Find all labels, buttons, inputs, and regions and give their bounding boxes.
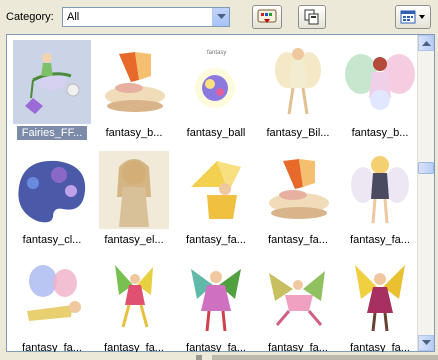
pink-fairy-icon: [259, 255, 337, 339]
chevron-down-icon: [422, 340, 431, 345]
sleeping-fairy-on-cloud-icon: [259, 147, 337, 231]
blonde-fairy-icon: [341, 147, 419, 231]
gallery-item[interactable]: fantasy fantasy_ball: [175, 38, 257, 145]
gallery-item-label: fantasy_ball: [186, 127, 246, 139]
fairy-with-orb-icon: [341, 40, 419, 124]
gallery-item-label: fantasy_fa...: [186, 234, 246, 246]
fairy-on-flower-icon: [13, 40, 91, 124]
bottom-edge-segment: [196, 355, 202, 360]
palette-fairies-icon: [13, 147, 91, 231]
chevron-down-icon: [217, 14, 226, 19]
gallery-item[interactable]: fantasy_cl...: [11, 145, 93, 252]
palette-download-icon: [257, 9, 277, 23]
gallery-item[interactable]: fantasy_fa...: [257, 145, 339, 252]
category-label: Category:: [6, 11, 54, 23]
gallery-item[interactable]: Fairies_FF...: [11, 38, 93, 145]
gallery-item[interactable]: fantasy_fa...: [339, 145, 421, 252]
flying-fairy-icon: [13, 255, 91, 339]
gallery-item-label: fantasy_fa...: [268, 234, 328, 246]
crystal-ball-icon: fantasy: [177, 40, 255, 124]
gallery-item-label: fantasy_cl...: [22, 234, 82, 246]
view-grid-icon: [400, 10, 425, 24]
gallery-item[interactable]: fantasy_el...: [93, 145, 175, 252]
scroll-down-button[interactable]: [418, 335, 434, 351]
toolbar: Category: All: [0, 0, 438, 34]
gallery-item[interactable]: fantasy_Bil...: [257, 38, 339, 145]
gallery-item[interactable]: fantasy_fa...: [175, 253, 257, 360]
gallery-item[interactable]: fantasy_fa...: [11, 253, 93, 360]
yellow-winged-fairy-icon: [341, 255, 419, 339]
gallery-item[interactable]: fantasy_fa...: [175, 145, 257, 252]
green-winged-fairy-icon: [177, 255, 255, 339]
chevron-up-icon: [422, 41, 431, 46]
gallery-item[interactable]: fantasy_fa...: [93, 253, 175, 360]
bottom-edge: [0, 352, 438, 360]
dancing-fairy-icon: [95, 255, 173, 339]
gallery-item-label: fantasy_b...: [105, 127, 163, 139]
download-clipart-button[interactable]: [252, 5, 282, 29]
scroll-up-button[interactable]: [418, 35, 434, 51]
copy-icon: [304, 9, 319, 25]
sleeping-fairy-on-cloud-icon: [95, 40, 173, 124]
copy-button[interactable]: [298, 5, 326, 29]
gallery-item-label: fantasy_fa...: [350, 234, 410, 246]
gallery-item[interactable]: fantasy_b...: [339, 38, 421, 145]
gallery-item[interactable]: fantasy_fa...: [257, 253, 339, 360]
gallery-item-label: fantasy_Bil...: [266, 127, 330, 139]
category-select[interactable]: All: [62, 7, 230, 27]
gallery-item-label: Fairies_FF...: [17, 126, 87, 140]
gallery-item[interactable]: fantasy_fa...: [339, 253, 421, 360]
scrollbar-thumb[interactable]: [418, 162, 434, 174]
category-dropdown-button[interactable]: [212, 8, 229, 26]
elf-fairy-portrait-icon: [95, 147, 173, 231]
bottom-edge-segment: [212, 355, 438, 360]
gallery-item-label: fantasy_el...: [104, 234, 164, 246]
view-options-button[interactable]: [395, 5, 431, 29]
gallery-item[interactable]: fantasy_b...: [93, 38, 175, 145]
vertical-scrollbar[interactable]: [417, 35, 434, 351]
svg-text:fantasy: fantasy: [207, 50, 226, 56]
category-select-value: All: [67, 11, 80, 23]
yellow-fairy-icon: [177, 147, 255, 231]
fairy-with-wings-icon: [259, 40, 337, 124]
clipart-gallery: Fairies_FF... fantasy_b... fantasy fanta…: [6, 34, 435, 354]
gallery-item-label: fantasy_b...: [351, 127, 409, 139]
